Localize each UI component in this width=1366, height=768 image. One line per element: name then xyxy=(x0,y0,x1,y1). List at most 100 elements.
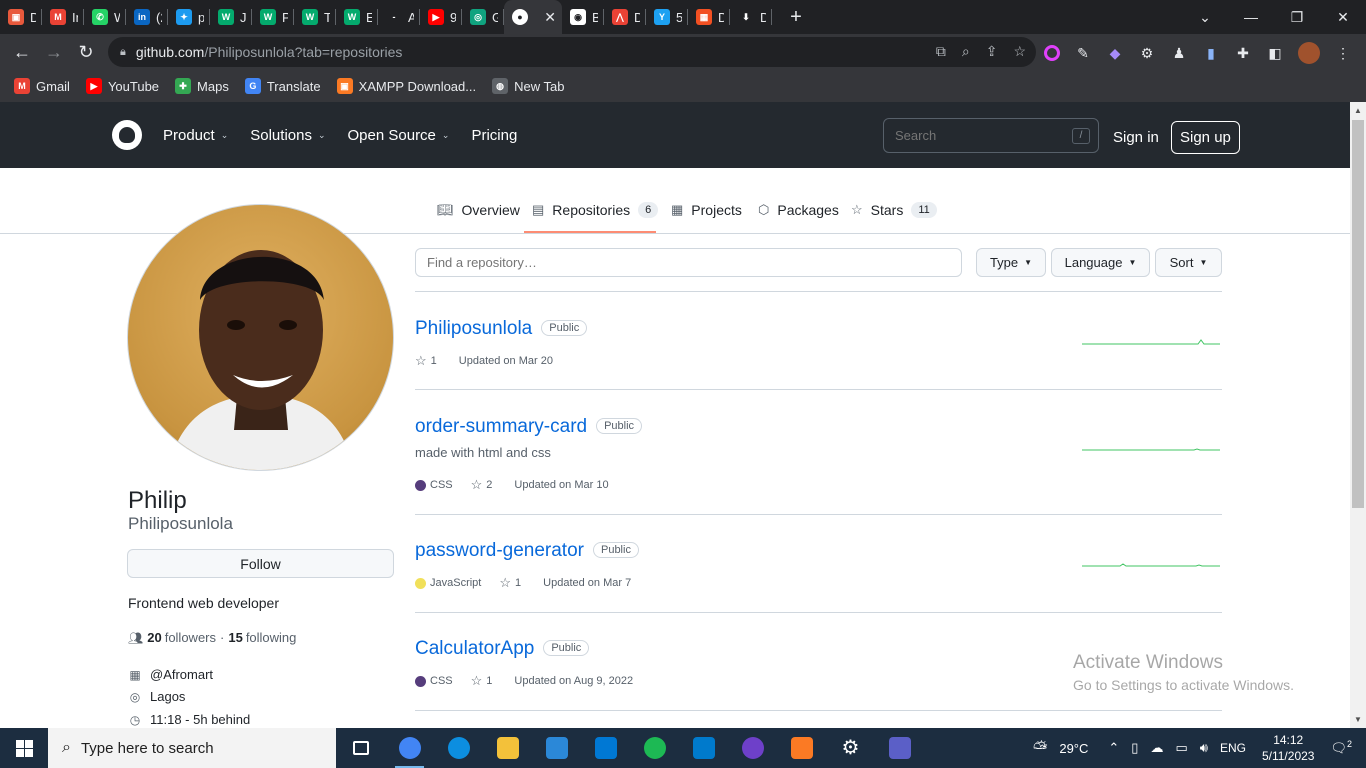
palette-extension-icon[interactable]: ◆ xyxy=(1106,44,1124,62)
repo-star-count[interactable]: 1 xyxy=(515,577,521,589)
eyedropper-extension-icon[interactable]: ✎ xyxy=(1074,44,1092,62)
follow-button[interactable]: Follow xyxy=(127,549,394,578)
language-filter-button[interactable]: Language ▼ xyxy=(1051,248,1150,277)
repo-name-link[interactable]: order-summary-card Public xyxy=(415,416,643,438)
taskbar-store-button[interactable] xyxy=(532,728,581,768)
menu-icon[interactable]: ⋮ xyxy=(1334,44,1352,62)
sign-in-link[interactable]: Sign in xyxy=(1113,129,1159,146)
taskbar-search-box[interactable]: ⌕ Type here to search xyxy=(48,728,336,768)
browser-tab[interactable]: ✆ Wh xyxy=(84,0,126,34)
following-label[interactable]: following xyxy=(246,630,297,645)
bookmark-star-icon[interactable]: ☆ xyxy=(1013,43,1026,60)
browser-tab[interactable]: Y 50+ xyxy=(646,0,688,34)
reload-icon[interactable]: ↻ xyxy=(70,42,102,63)
scroll-down-icon[interactable]: ▼ xyxy=(1354,715,1362,724)
taskbar-edge-button[interactable] xyxy=(434,728,483,768)
browser-profile-avatar[interactable] xyxy=(1298,42,1320,64)
taskbar-settings-button[interactable]: ⚙ xyxy=(826,728,875,768)
start-button[interactable] xyxy=(0,728,48,768)
browser-tab[interactable]: W Java xyxy=(210,0,252,34)
bookmark-item[interactable]: ◍ New Tab xyxy=(492,78,564,94)
docs-extension-icon[interactable]: ▮ xyxy=(1202,44,1220,62)
browser-tab[interactable]: M Inb xyxy=(42,0,84,34)
weather-temp[interactable]: 29°C xyxy=(1059,741,1088,756)
github-nav-open-source[interactable]: Open Source ⌄ xyxy=(348,127,450,144)
repo-name-link[interactable]: CalculatorApp Public xyxy=(415,638,590,660)
star-icon[interactable]: ☆ xyxy=(471,673,483,689)
taskbar-file-explorer-button[interactable] xyxy=(483,728,532,768)
open-in-app-icon[interactable]: ⧉ xyxy=(936,43,946,60)
browser-tab[interactable]: W Exe xyxy=(336,0,378,34)
back-icon[interactable]: ← xyxy=(6,42,38,63)
minimize-icon[interactable]: — xyxy=(1228,9,1274,25)
new-tab-icon[interactable]: + xyxy=(782,6,810,29)
browser-tab[interactable]: ⬇ Dov xyxy=(730,0,772,34)
bookmark-item[interactable]: G Translate xyxy=(244,78,321,94)
browser-tab[interactable]: ◉ Boo xyxy=(562,0,604,34)
taskbar-mail-button[interactable] xyxy=(581,728,630,768)
device-icon[interactable]: ▯ xyxy=(1131,740,1138,756)
close-window-icon[interactable]: ✕ xyxy=(1320,9,1366,26)
taskbar-task-view-button[interactable] xyxy=(336,728,385,768)
repo-star-count[interactable]: 1 xyxy=(486,675,492,687)
sign-up-button[interactable]: Sign up xyxy=(1171,121,1240,154)
browser-tab[interactable]: ▣ Doc xyxy=(0,0,42,34)
github-nav-product[interactable]: Product ⌄ xyxy=(163,127,228,144)
bookmark-item[interactable]: ✚ Maps xyxy=(175,78,229,94)
taskbar-vscode-button[interactable] xyxy=(679,728,728,768)
scroll-thumb[interactable] xyxy=(1352,120,1364,508)
browser-tab[interactable]: W Tryi xyxy=(294,0,336,34)
address-bar[interactable]: 🔒︎ github.com/Philiposunlola?tab=reposit… xyxy=(108,37,1036,67)
github-search-input[interactable] xyxy=(883,118,1099,153)
color-picker-extension-icon[interactable] xyxy=(1044,45,1060,61)
repo-name-link[interactable]: Philiposunlola Public xyxy=(415,318,588,340)
browser-tab[interactable]: ▦ Dow xyxy=(688,0,730,34)
share-icon[interactable]: ⇪ xyxy=(986,43,998,60)
github-nav-solutions[interactable]: Solutions ⌄ xyxy=(250,127,325,144)
side-panel-icon[interactable]: ◧ xyxy=(1266,44,1284,62)
taskbar-teams-button[interactable] xyxy=(875,728,924,768)
taskbar-chrome-button[interactable] xyxy=(385,728,434,768)
taskbar-xampp-button[interactable] xyxy=(777,728,826,768)
profile-avatar[interactable] xyxy=(127,204,394,471)
extensions-puzzle-icon[interactable]: ✚ xyxy=(1234,44,1252,62)
tab-search-icon[interactable]: ⌄ xyxy=(1182,9,1228,26)
type-filter-button[interactable]: Type ▼ xyxy=(976,248,1046,277)
browser-tab[interactable]: ● ✕ xyxy=(504,0,562,34)
browser-tab[interactable]: ⋀ Dip xyxy=(604,0,646,34)
bookmark-item[interactable]: ▣ XAMPP Download... xyxy=(336,78,476,94)
star-icon[interactable]: ☆ xyxy=(499,575,511,591)
repo-name-link[interactable]: password-generator Public xyxy=(415,540,639,562)
browser-tab[interactable]: ◎ Gith xyxy=(462,0,504,34)
spy-extension-icon[interactable]: ♟ xyxy=(1170,44,1188,62)
restore-icon[interactable]: ❐ xyxy=(1274,9,1320,26)
company-link[interactable]: @Afromart xyxy=(150,667,213,682)
taskbar-spotify-button[interactable] xyxy=(630,728,679,768)
star-icon[interactable]: ☆ xyxy=(415,353,427,369)
cloud-icon[interactable]: ☁︎ xyxy=(1150,740,1163,756)
taskbar-clock[interactable]: 14:12 5/11/2023 xyxy=(1262,732,1315,764)
sort-filter-button[interactable]: Sort ▼ xyxy=(1155,248,1222,277)
taskbar-github-desktop-button[interactable] xyxy=(728,728,777,768)
bookmark-item[interactable]: ▶ YouTube xyxy=(85,78,159,94)
browser-tab[interactable]: W PHP xyxy=(252,0,294,34)
show-hidden-icons-icon[interactable]: ⌃ xyxy=(1108,740,1119,756)
tab-stars[interactable]: ☆ Stars 11 xyxy=(851,202,937,218)
battery-icon[interactable]: ▭ xyxy=(1175,740,1187,756)
github-logo-icon[interactable] xyxy=(112,120,142,150)
scroll-up-icon[interactable]: ▲ xyxy=(1354,106,1362,115)
volume-icon[interactable]: 🔊︎ xyxy=(1200,740,1208,756)
repo-star-count[interactable]: 2 xyxy=(486,479,492,491)
tab-packages[interactable]: ⬡ Packages xyxy=(758,202,839,218)
star-icon[interactable]: ☆ xyxy=(471,477,483,493)
zoom-icon[interactable]: ⌕ xyxy=(962,43,970,60)
weather-icon[interactable]: ⛅︎ xyxy=(1033,738,1047,759)
bookmark-item[interactable]: M Gmail xyxy=(14,78,70,94)
gear-extension-icon[interactable]: ⚙ xyxy=(1138,44,1156,62)
close-tab-icon[interactable]: ✕ xyxy=(544,9,556,26)
tab-projects[interactable]: ▦ Projects xyxy=(671,202,742,218)
browser-tab[interactable]: -Afro xyxy=(378,0,420,34)
notifications-icon[interactable]: 🗨︎2 xyxy=(1330,739,1352,756)
tab-repositories[interactable]: ▤ Repositories 6 xyxy=(532,202,659,218)
followers-label[interactable]: followers xyxy=(165,630,216,645)
